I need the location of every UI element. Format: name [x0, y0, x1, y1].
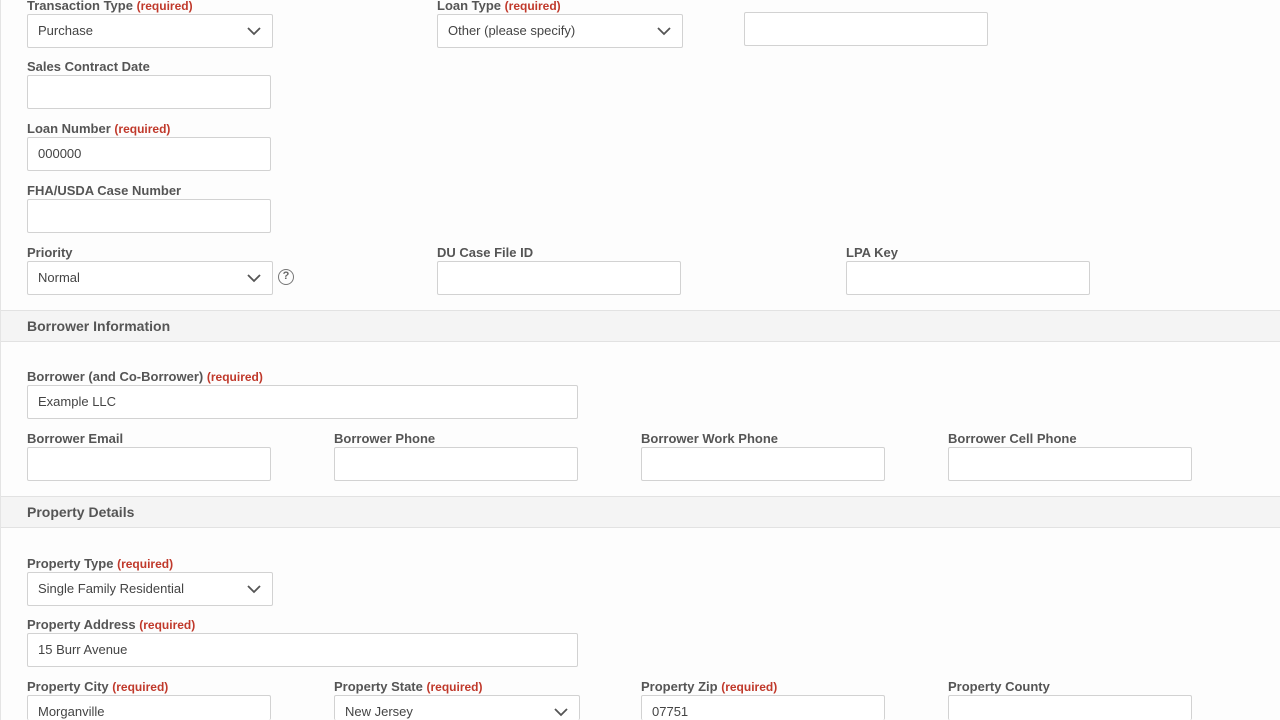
- order-form: Transaction Type (required) Purchase Loa…: [0, 0, 1280, 720]
- property-county-input[interactable]: [948, 695, 1192, 720]
- property-county-label: Property County: [948, 679, 1050, 694]
- property-zip-input[interactable]: 07751: [641, 695, 885, 720]
- borrower-cell-phone-input[interactable]: [948, 447, 1192, 481]
- loan-type-other-input[interactable]: [744, 12, 988, 46]
- property-zip-label: Property Zip (required): [641, 679, 778, 694]
- loan-number-input[interactable]: 000000: [27, 137, 271, 171]
- borrower-work-phone-input[interactable]: [641, 447, 885, 481]
- du-case-file-label: DU Case File ID: [437, 245, 534, 260]
- property-type-select[interactable]: Single Family Residential: [27, 572, 273, 606]
- property-section-header: Property Details: [1, 496, 1280, 528]
- chevron-down-icon: [247, 27, 261, 36]
- chevron-down-icon: [247, 585, 261, 594]
- borrower-cell-phone-label: Borrower Cell Phone: [948, 431, 1077, 446]
- case-number-input[interactable]: [27, 199, 271, 233]
- borrower-work-phone-label: Borrower Work Phone: [641, 431, 779, 446]
- property-address-label: Property Address (required): [27, 617, 196, 632]
- property-type-label: Property Type (required): [27, 556, 174, 571]
- loan-type-select[interactable]: Other (please specify): [437, 14, 683, 48]
- question-circle-icon[interactable]: ?: [278, 269, 294, 285]
- priority-label: Priority: [27, 245, 73, 260]
- du-case-file-input[interactable]: [437, 261, 681, 295]
- loan-number-label: Loan Number (required): [27, 121, 171, 136]
- borrower-name-input[interactable]: Example LLC: [27, 385, 578, 419]
- chevron-down-icon: [554, 708, 568, 717]
- lpa-key-label: LPA Key: [846, 245, 899, 260]
- case-number-label: FHA/USDA Case Number: [27, 183, 182, 198]
- property-city-input[interactable]: Morganville: [27, 695, 271, 720]
- section-title: Property Details: [27, 504, 135, 520]
- property-city-label: Property City (required): [27, 679, 169, 694]
- borrower-phone-label: Borrower Phone: [334, 431, 436, 446]
- borrower-name-label: Borrower (and Co-Borrower) (required): [27, 369, 263, 384]
- borrower-email-label: Borrower Email: [27, 431, 124, 446]
- lpa-key-input[interactable]: [846, 261, 1090, 295]
- chevron-down-icon: [247, 274, 261, 283]
- property-state-select[interactable]: New Jersey: [334, 695, 580, 720]
- transaction-type-label: Transaction Type (required): [27, 0, 193, 13]
- sales-contract-date-label: Sales Contract Date: [27, 59, 150, 74]
- borrower-phone-input[interactable]: [334, 447, 578, 481]
- transaction-type-select[interactable]: Purchase: [27, 14, 273, 48]
- property-state-label: Property State (required): [334, 679, 483, 694]
- sales-contract-date-input[interactable]: [27, 75, 271, 109]
- borrower-email-input[interactable]: [27, 447, 271, 481]
- property-address-input[interactable]: 15 Burr Avenue: [27, 633, 578, 667]
- chevron-down-icon: [657, 27, 671, 36]
- section-title: Borrower Information: [27, 318, 171, 334]
- priority-select[interactable]: Normal: [27, 261, 273, 295]
- loan-type-label: Loan Type (required): [437, 0, 561, 13]
- borrower-section-header: Borrower Information: [1, 310, 1280, 342]
